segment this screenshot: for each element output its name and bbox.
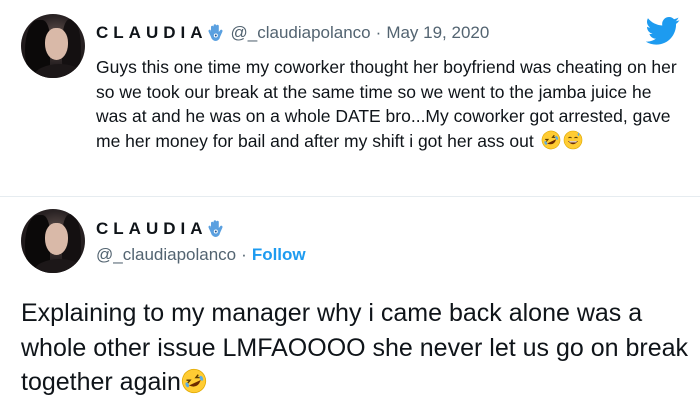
author-handle[interactable]: @_claudiapolanco [231, 23, 371, 43]
tweet-card: CLAUDIA @_claudiapolanco · May 19, 2020 … [0, 0, 700, 203]
tweet-date[interactable]: May 19, 2020 [386, 23, 489, 43]
rolling-on-floor-laughing-emoji-icon [181, 368, 207, 394]
avatar[interactable] [21, 209, 85, 273]
reply-body: Explaining to my manager why i came back… [21, 296, 691, 400]
divider [0, 196, 700, 197]
author-name[interactable]: CLAUDIA [96, 23, 208, 43]
separator-dot: · [241, 245, 247, 264]
separator-dot: · [375, 23, 382, 42]
tweet-header: CLAUDIA @_claudiapolanco · May 19, 2020 [96, 21, 489, 45]
reply-header: CLAUDIA @_claudiapolanco · Follow [96, 217, 306, 265]
twitter-bird-icon[interactable] [645, 16, 680, 46]
hamsa-hand-emoji-icon [207, 23, 225, 43]
follow-button[interactable]: Follow [252, 245, 306, 265]
hamsa-hand-emoji-icon [207, 219, 225, 239]
avatar[interactable] [21, 14, 85, 78]
grinning-sweat-emoji-icon [563, 130, 583, 150]
tweet-body: Guys this one time my coworker thought h… [96, 55, 681, 153]
author-name[interactable]: CLAUDIA [96, 219, 208, 239]
author-handle[interactable]: @_claudiapolanco [96, 245, 236, 265]
reply-text: Explaining to my manager why i came back… [21, 299, 689, 396]
tweet-text: Guys this one time my coworker thought h… [96, 57, 677, 151]
rolling-on-floor-laughing-emoji-icon [541, 130, 561, 150]
